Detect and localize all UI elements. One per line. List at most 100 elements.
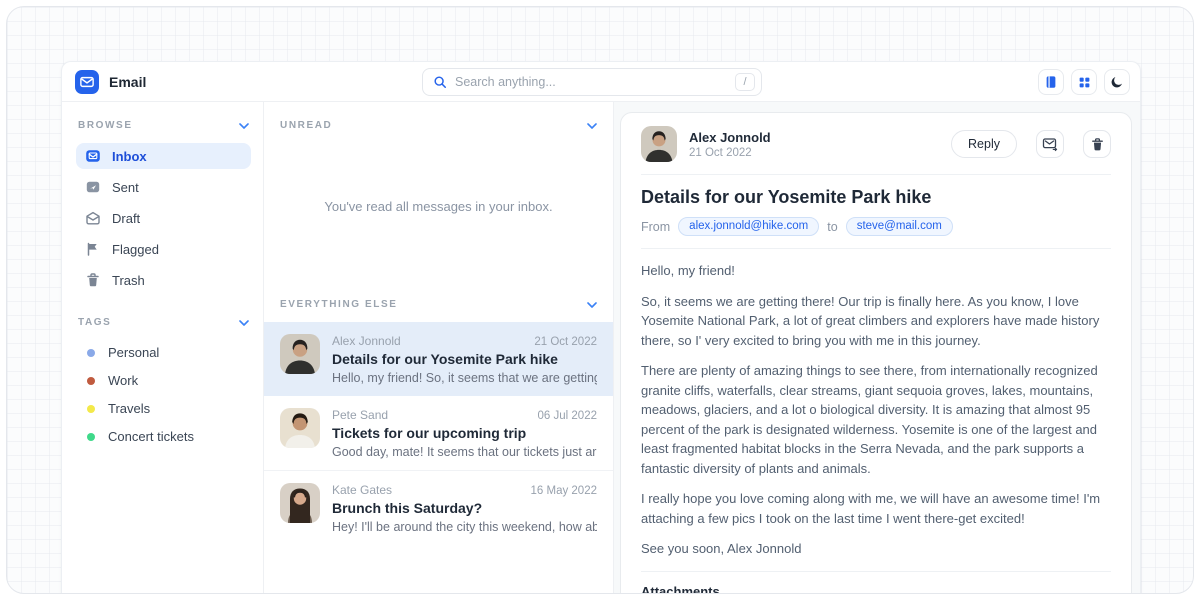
mail-body-text: Hello, my friend! So, it seems we are ge… bbox=[641, 261, 1111, 559]
sidebar-item-sent[interactable]: Sent bbox=[76, 174, 251, 200]
contacts-button[interactable] bbox=[1038, 69, 1064, 95]
everything-else-section-header[interactable]: EVERYTHING ELSE bbox=[264, 281, 613, 310]
tag-item-personal[interactable]: Personal bbox=[76, 340, 251, 365]
sidebar-item-label: Trash bbox=[112, 273, 145, 288]
detail-sender-name: Alex Jonnold bbox=[689, 130, 939, 145]
topbar: Email / bbox=[62, 62, 1140, 102]
email-app-window: Email / bbox=[61, 61, 1141, 594]
tag-label: Personal bbox=[108, 345, 159, 360]
everything-else-label: EVERYTHING ELSE bbox=[280, 299, 398, 310]
chevron-down-icon bbox=[587, 123, 597, 129]
apps-grid-icon bbox=[1078, 76, 1091, 89]
mail-item-content: Kate Gates 16 May 2022 Brunch this Satur… bbox=[332, 483, 597, 534]
divider bbox=[641, 174, 1111, 175]
apps-button[interactable] bbox=[1071, 69, 1097, 95]
mail-sender: Alex Jonnold bbox=[332, 334, 401, 348]
sidebar-item-draft[interactable]: Draft bbox=[76, 205, 251, 231]
search-icon bbox=[433, 75, 447, 89]
trash-icon bbox=[1090, 137, 1105, 152]
chevron-down-icon bbox=[239, 320, 249, 326]
chevron-down-icon bbox=[239, 123, 249, 129]
search-input[interactable] bbox=[455, 75, 727, 89]
mail-preview: Hey! I'll be around the city this weeken… bbox=[332, 520, 597, 534]
dark-mode-button[interactable] bbox=[1104, 69, 1130, 95]
tag-label: Travels bbox=[108, 401, 150, 416]
sidebar: BROWSE Inbox Sent bbox=[62, 102, 264, 594]
search-shortcut-badge: / bbox=[735, 73, 755, 91]
divider bbox=[641, 248, 1111, 249]
body-paragraph: So, it seems we are getting there! Our t… bbox=[641, 292, 1111, 351]
from-label: From bbox=[641, 220, 670, 234]
mail-subject: Details for our Yosemite Park hike bbox=[332, 351, 597, 367]
tags-section-header[interactable]: TAGS bbox=[76, 317, 251, 328]
mail-detail-pane: Alex Jonnold 21 Oct 2022 Reply bbox=[614, 102, 1140, 594]
body-paragraph: Hello, my friend! bbox=[641, 261, 1111, 281]
sidebar-item-trash[interactable]: Trash bbox=[76, 267, 251, 293]
delete-mail-button[interactable] bbox=[1083, 130, 1111, 158]
mail-list-item[interactable]: Alex Jonnold 21 Oct 2022 Details for our… bbox=[264, 322, 613, 396]
email-logo-icon bbox=[75, 70, 99, 94]
draft-icon bbox=[85, 210, 101, 226]
sent-icon bbox=[85, 179, 101, 195]
tags-label: TAGS bbox=[78, 317, 111, 328]
sidebar-item-label: Flagged bbox=[112, 242, 159, 257]
sidebar-item-flagged[interactable]: Flagged bbox=[76, 236, 251, 262]
sidebar-item-inbox[interactable]: Inbox bbox=[76, 143, 251, 169]
tag-color-dot bbox=[87, 377, 95, 385]
app-title: Email bbox=[109, 74, 146, 90]
envelope-forward-icon bbox=[1042, 136, 1058, 152]
tag-item-work[interactable]: Work bbox=[76, 368, 251, 393]
reply-button[interactable]: Reply bbox=[951, 130, 1017, 158]
unread-section-header[interactable]: UNREAD bbox=[264, 102, 613, 131]
tag-label: Concert tickets bbox=[108, 429, 194, 444]
mail-sender: Kate Gates bbox=[332, 483, 392, 497]
mail-list-item[interactable]: Kate Gates 16 May 2022 Brunch this Satur… bbox=[264, 470, 613, 545]
from-email-chip[interactable]: alex.jonnold@hike.com bbox=[678, 217, 819, 236]
desktop-background: Email / bbox=[6, 6, 1194, 594]
tag-color-dot bbox=[87, 405, 95, 413]
mail-date: 06 Jul 2022 bbox=[538, 410, 597, 422]
sidebar-item-label: Sent bbox=[112, 180, 139, 195]
body-paragraph: I really hope you love coming along with… bbox=[641, 489, 1111, 528]
search-bar[interactable]: / bbox=[422, 68, 762, 96]
mail-preview: Hello, my friend! So, it seems that we a… bbox=[332, 371, 597, 385]
browse-section-header[interactable]: BROWSE bbox=[76, 120, 251, 131]
avatar bbox=[280, 334, 320, 374]
avatar bbox=[280, 408, 320, 448]
tag-label: Work bbox=[108, 373, 138, 388]
message-list: UNREAD You've read all messages in your … bbox=[264, 102, 614, 594]
divider bbox=[641, 571, 1111, 572]
avatar bbox=[280, 483, 320, 523]
mail-list-item[interactable]: Pete Sand 06 Jul 2022 Tickets for our up… bbox=[264, 396, 613, 470]
mail-date: 21 Oct 2022 bbox=[534, 336, 597, 348]
mail-item-content: Pete Sand 06 Jul 2022 Tickets for our up… bbox=[332, 408, 597, 459]
body-paragraph: There are plenty of amazing things to se… bbox=[641, 361, 1111, 478]
body-paragraph: See you soon, Alex Jonnold bbox=[641, 539, 1111, 559]
mail-date: 16 May 2022 bbox=[531, 485, 598, 497]
tag-item-concert-tickets[interactable]: Concert tickets bbox=[76, 424, 251, 449]
mail-subject: Brunch this Saturday? bbox=[332, 500, 597, 516]
avatar bbox=[641, 126, 677, 162]
mail-detail-header: Alex Jonnold 21 Oct 2022 Reply bbox=[641, 126, 1111, 162]
mail-preview: Good day, mate! It seems that our ticket… bbox=[332, 445, 597, 459]
detail-date: 21 Oct 2022 bbox=[689, 147, 939, 159]
brand: Email bbox=[62, 70, 146, 94]
mail-detail-card: Alex Jonnold 21 Oct 2022 Reply bbox=[620, 112, 1132, 594]
mail-subject: Tickets for our upcoming trip bbox=[332, 425, 597, 441]
chevron-down-icon bbox=[587, 302, 597, 308]
sidebar-item-label: Inbox bbox=[112, 149, 147, 164]
inbox-icon bbox=[85, 148, 101, 164]
mail-item-content: Alex Jonnold 21 Oct 2022 Details for our… bbox=[332, 334, 597, 385]
topbar-actions bbox=[1038, 69, 1130, 95]
moon-icon bbox=[1110, 75, 1124, 89]
to-label: to bbox=[827, 220, 837, 234]
from-to-row: From alex.jonnold@hike.com to steve@mail… bbox=[641, 217, 1111, 236]
trash-icon bbox=[85, 272, 101, 288]
tag-color-dot bbox=[87, 349, 95, 357]
forward-mail-button[interactable] bbox=[1036, 130, 1064, 158]
tag-item-travels[interactable]: Travels bbox=[76, 396, 251, 421]
browse-label: BROWSE bbox=[78, 120, 133, 131]
to-email-chip[interactable]: steve@mail.com bbox=[846, 217, 953, 236]
mail-sender: Pete Sand bbox=[332, 408, 388, 422]
attachments-label: Attachments bbox=[641, 584, 1111, 595]
